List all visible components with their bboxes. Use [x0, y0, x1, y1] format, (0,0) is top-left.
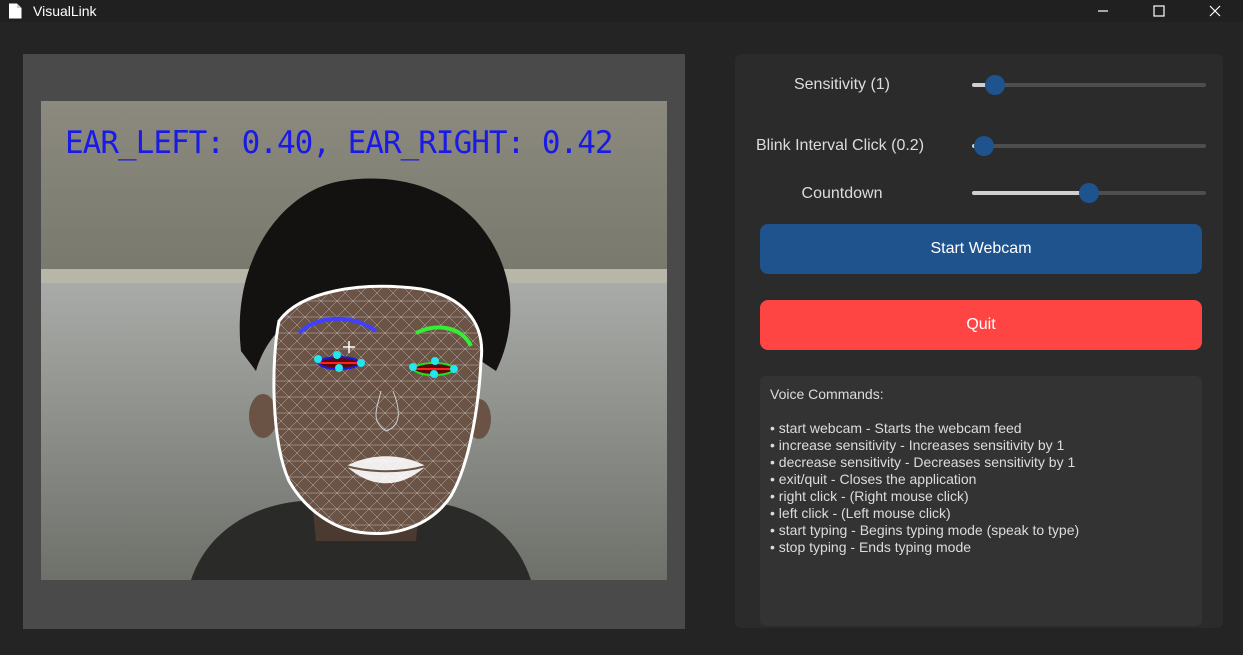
minimize-icon [1098, 10, 1108, 12]
voice-command-item: • start webcam - Starts the webcam feed [770, 420, 1022, 436]
document-icon [9, 3, 22, 19]
countdown-label: Countdown [801, 185, 883, 202]
voice-commands-box: Voice Commands: • start webcam - Starts … [760, 376, 1202, 626]
controls-panel: Sensitivity (1) Blink Interval Click (0.… [735, 54, 1223, 628]
slider-thumb[interactable] [973, 136, 994, 156]
ear-overlay-text: EAR_LEFT: 0.40, EAR_RIGHT: 0.42 [65, 125, 614, 161]
slider-track [972, 144, 1206, 148]
slider-fill [972, 191, 1089, 195]
voice-command-item: • start typing - Begins typing mode (spe… [770, 522, 1080, 538]
maximize-button[interactable] [1133, 0, 1185, 22]
voice-command-item: • stop typing - Ends typing mode [770, 539, 972, 555]
blink-interval-slider[interactable] [972, 134, 1206, 158]
webcam-image [41, 101, 667, 580]
slider-track [972, 83, 1206, 87]
video-panel: EAR_LEFT: 0.40, EAR_RIGHT: 0.42 [23, 54, 685, 629]
voice-command-item: • decrease sensitivity - Decreases sensi… [770, 454, 1076, 470]
voice-command-item: • right click - (Right mouse click) [770, 488, 969, 504]
countdown-slider[interactable] [972, 181, 1206, 205]
voice-command-item: • left click - (Left mouse click) [770, 505, 951, 521]
close-button[interactable] [1189, 0, 1241, 22]
blink-interval-label: Blink Interval Click (0.2) [755, 137, 925, 154]
voice-commands-title: Voice Commands: [770, 386, 884, 402]
window-title: VisualLink [33, 3, 97, 19]
sensitivity-label: Sensitivity (1) [793, 76, 891, 93]
minimize-button[interactable] [1077, 0, 1129, 22]
maximize-icon [1153, 5, 1165, 17]
sensitivity-slider[interactable] [972, 73, 1206, 97]
voice-command-item: • exit/quit - Closes the application [770, 471, 977, 487]
slider-thumb[interactable] [1079, 183, 1099, 203]
quit-button[interactable]: Quit [760, 300, 1202, 350]
start-webcam-button[interactable]: Start Webcam [760, 224, 1202, 274]
slider-thumb[interactable] [985, 75, 1006, 95]
title-bar: VisualLink [0, 0, 1243, 22]
voice-command-item: • increase sensitivity - Increases sensi… [770, 437, 1065, 453]
webcam-frame: EAR_LEFT: 0.40, EAR_RIGHT: 0.42 [41, 101, 667, 580]
close-icon [1209, 5, 1221, 17]
